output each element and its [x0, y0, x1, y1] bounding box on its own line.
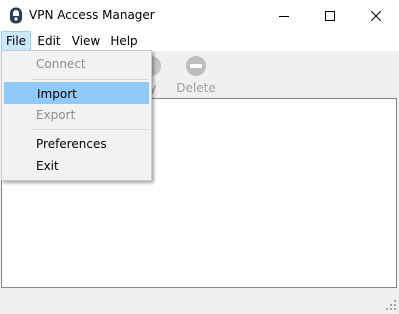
menu-item-connect[interactable]: Connect — [4, 53, 149, 75]
status-bar — [0, 291, 399, 313]
delete-label: Delete — [176, 81, 216, 95]
menu-view[interactable]: View — [67, 31, 105, 51]
app-logo-icon — [8, 7, 24, 24]
menu-item-export[interactable]: Export — [4, 104, 149, 126]
menu-edit[interactable]: Edit — [33, 31, 65, 51]
menu-separator — [32, 129, 148, 130]
menu-help[interactable]: Help — [106, 31, 142, 51]
delete-button[interactable]: Delete — [176, 55, 216, 97]
menu-file[interactable]: File — [1, 31, 31, 51]
file-menu-dropdown: Connect Import Export Preferences Exit — [1, 50, 152, 181]
minimize-button[interactable] — [261, 0, 307, 31]
app-window: VPN Access Manager File Edit View Help D… — [0, 0, 399, 313]
menu-item-preferences[interactable]: Preferences — [4, 133, 149, 155]
menu-item-import[interactable]: Import — [4, 82, 149, 104]
close-button[interactable] — [353, 0, 399, 31]
close-icon — [371, 10, 381, 21]
menu-separator — [32, 79, 148, 80]
window-title: VPN Access Manager — [29, 8, 155, 22]
maximize-icon — [325, 10, 335, 21]
menu-item-exit[interactable]: Exit — [4, 155, 149, 177]
maximize-button[interactable] — [307, 0, 353, 31]
minimize-icon — [279, 11, 289, 21]
title-bar[interactable]: VPN Access Manager — [0, 0, 399, 31]
menu-bar: File Edit View Help — [0, 31, 399, 51]
resize-grip-icon[interactable] — [385, 299, 397, 311]
delete-icon — [185, 55, 207, 77]
